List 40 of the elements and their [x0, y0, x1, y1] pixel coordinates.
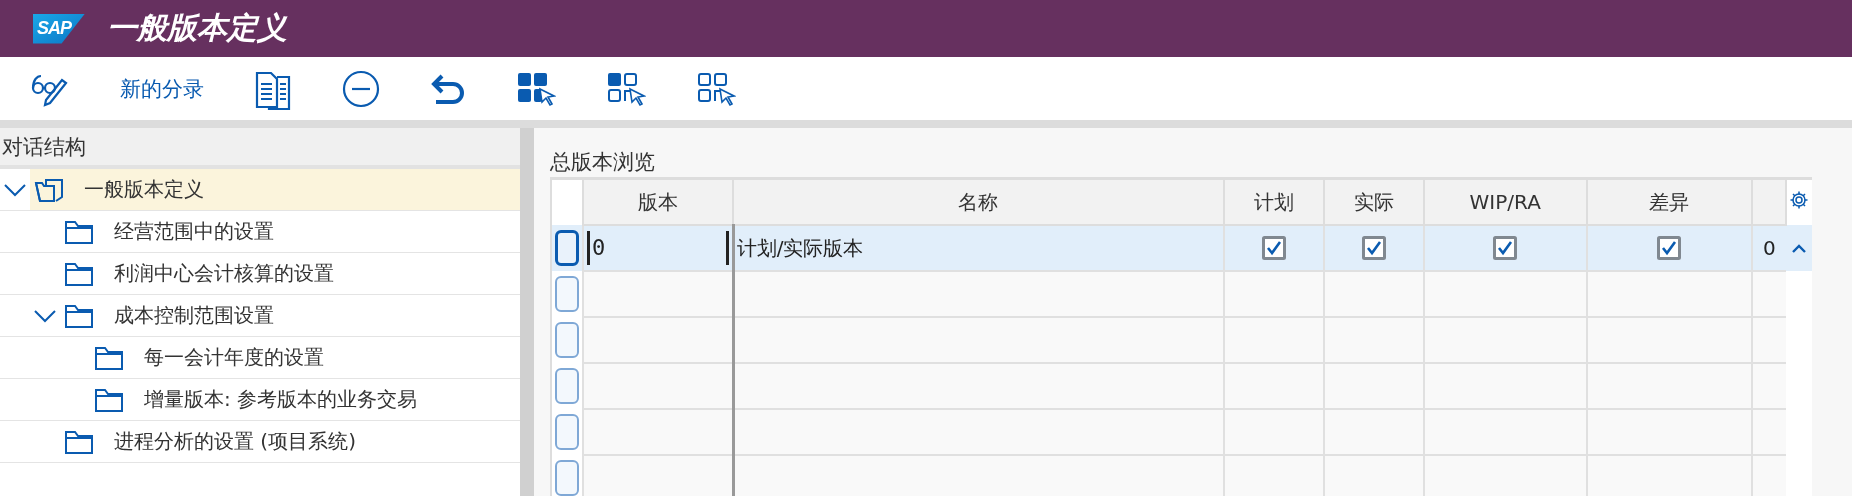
column-header[interactable]: 名称 — [733, 178, 1224, 225]
tree-item[interactable]: 利润中心会计核算的设置 — [114, 260, 334, 287]
section-title: 总版本浏览 — [550, 149, 656, 176]
folder-icon — [94, 386, 124, 413]
grid-cursor-icon[interactable] — [516, 70, 556, 107]
open-folder-icon — [34, 176, 64, 203]
new-entries-button[interactable]: 新的分录 — [120, 74, 204, 103]
grid-cursor-icon[interactable] — [606, 70, 646, 107]
minus-circle-icon[interactable] — [342, 69, 380, 108]
panel-title: 对话结构 — [0, 128, 520, 169]
folder-icon — [64, 428, 94, 455]
tree-item[interactable]: 每一会计年度的设置 — [144, 344, 324, 371]
checkbox[interactable] — [1261, 236, 1286, 260]
window-title: 一般版本定义 — [107, 9, 287, 47]
sap-logo: SAP — [33, 13, 85, 44]
checkbox[interactable] — [1657, 236, 1682, 260]
column-header[interactable]: WIP/RA — [1423, 178, 1587, 225]
column-header[interactable]: 差异 — [1586, 178, 1752, 225]
table-cell-text: 计划/实际版本 — [735, 235, 864, 260]
column-header[interactable]: 实际 — [1323, 178, 1424, 225]
folder-icon — [64, 302, 94, 329]
folder-icon — [94, 344, 124, 371]
collapse-chevron-icon[interactable] — [3, 182, 27, 197]
collapse-chevron-icon[interactable] — [33, 308, 57, 323]
settings-icon[interactable] — [1789, 190, 1810, 210]
tree-item[interactable]: 经营范围中的设置 — [114, 218, 274, 245]
folder-icon — [64, 260, 94, 287]
grid-cursor-icon[interactable] — [696, 70, 736, 107]
column-header[interactable]: 版本 — [583, 178, 734, 225]
folder-icon — [64, 218, 94, 245]
undo-arrow-icon[interactable] — [430, 72, 466, 105]
column-header[interactable]: 计划 — [1223, 178, 1324, 225]
tree-item[interactable]: 成本控制范围设置 — [114, 302, 274, 329]
tree-item[interactable]: 增量版本: 参考版本的业务交易 — [144, 386, 418, 413]
tree-item[interactable]: 进程分析的设置 (项目系统) — [114, 428, 356, 455]
tree-item[interactable]: 一般版本定义 — [84, 176, 204, 203]
row-count: 0 — [1763, 236, 1776, 260]
row-selector[interactable] — [555, 230, 579, 266]
checkbox[interactable] — [1493, 236, 1518, 260]
checkbox[interactable] — [1361, 236, 1386, 260]
